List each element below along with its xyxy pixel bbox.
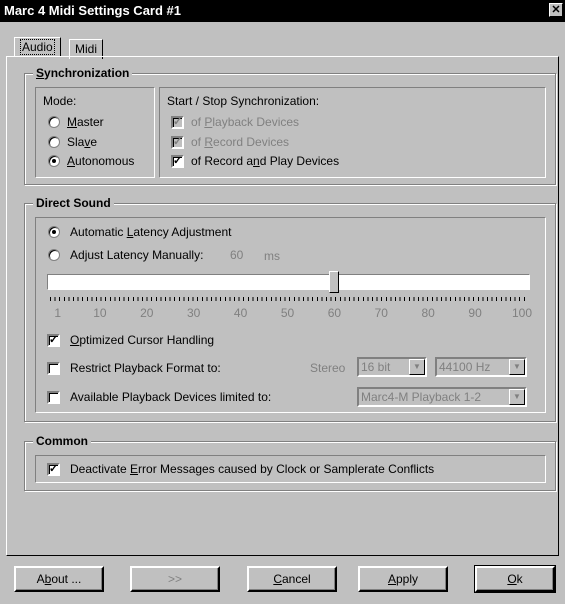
chevron-down-icon: ▼: [509, 359, 525, 375]
radio-autonomous-label: Autonomous: [67, 154, 135, 168]
checkbox-record-play-label: of Record and Play Devices: [191, 154, 340, 168]
latency-slider-track[interactable]: [47, 274, 530, 290]
close-button[interactable]: ✕: [549, 3, 563, 17]
latency-unit: ms: [264, 249, 280, 263]
check-icon[interactable]: ✓: [171, 136, 184, 149]
radio-slave-label: Slave: [67, 135, 98, 149]
slider-tick-label: 50: [280, 306, 295, 320]
slider-tick-label: 1: [54, 306, 62, 320]
next-button[interactable]: >>: [130, 566, 220, 592]
checkbox-deactivate-label: Deactivate Error Messages caused by Cloc…: [70, 462, 435, 476]
tab-audio[interactable]: Audio: [14, 37, 61, 58]
tab-audio-label: Audio: [20, 39, 55, 55]
slider-tick-label: 60: [327, 306, 342, 320]
radio-autonomous-circle[interactable]: [48, 155, 60, 167]
radio-automatic-latency-circle[interactable]: [48, 226, 60, 238]
slider-tick-label: 80: [421, 306, 435, 320]
apply-button[interactable]: Apply: [358, 566, 448, 592]
next-button-label: >>: [167, 572, 182, 586]
slider-ticks: [50, 297, 527, 301]
checkbox-restrict-box[interactable]: [47, 362, 60, 375]
window-title: Marc 4 Midi Settings Card #1: [4, 3, 181, 18]
checkbox-available-box[interactable]: [47, 391, 60, 404]
bit-depth-select[interactable]: 16 bit ▼: [357, 357, 427, 377]
slider-tick-label: 70: [374, 306, 388, 320]
chevron-down-icon: ▼: [409, 359, 425, 375]
radio-automatic-latency-label: Automatic Latency Adjustment: [70, 225, 232, 239]
playback-device-select[interactable]: Marc4-M Playback 1-2 ▼: [357, 387, 527, 407]
common-title: Common: [33, 434, 91, 448]
slider-tick-label: 30: [187, 306, 201, 320]
cancel-button[interactable]: Cancel: [247, 566, 337, 592]
mode-label: Mode:: [43, 94, 77, 108]
chevron-down-icon: ▼: [509, 389, 525, 405]
ok-button[interactable]: Ok: [474, 565, 556, 593]
direct-sound-title: Direct Sound: [33, 196, 114, 210]
slider-tick-label: 40: [233, 306, 248, 320]
close-icon: ✕: [551, 4, 561, 16]
playback-device-value: Marc4-M Playback 1-2: [361, 390, 482, 404]
check-icon[interactable]: ✓: [47, 334, 60, 347]
latency-slider-thumb[interactable]: [329, 271, 340, 293]
stereo-label: Stereo: [310, 361, 346, 375]
checkbox-optimized-label: Optimized Cursor Handling: [70, 333, 215, 347]
slider-tick-label: 10: [93, 306, 107, 320]
slider-tick-label: 90: [468, 306, 482, 320]
sample-rate-select[interactable]: 44100 Hz ▼: [435, 357, 527, 377]
radio-manual-latency-label: Adjust Latency Manually:: [70, 248, 204, 262]
tab-midi-label: Midi: [75, 42, 98, 56]
radio-master-circle[interactable]: [48, 116, 60, 128]
checkbox-restrict-label: Restrict Playback Format to:: [70, 361, 221, 375]
start-stop-label: Start / Stop Synchronization:: [167, 94, 320, 108]
synchronization-title: Synchronization: [33, 66, 133, 80]
latency-value: 60: [230, 248, 244, 262]
radio-master-label: Master: [67, 115, 104, 129]
slider-tick-label: 100: [511, 306, 533, 320]
check-icon[interactable]: ✓: [171, 116, 184, 129]
sample-rate-value: 44100 Hz: [439, 360, 491, 374]
radio-manual-latency-circle[interactable]: [48, 249, 60, 261]
checkbox-available-label: Available Playback Devices limited to:: [70, 390, 272, 404]
checkbox-playback-label: of Playback Devices: [191, 115, 300, 129]
title-bar[interactable]: Marc 4 Midi Settings Card #1: [0, 0, 565, 22]
bit-depth-value: 16 bit: [361, 360, 391, 374]
slider-tick-label: 20: [140, 306, 154, 320]
check-icon[interactable]: ✓: [171, 155, 184, 168]
radio-slave-circle[interactable]: [48, 136, 60, 148]
checkbox-record-label: of Record Devices: [191, 135, 290, 149]
check-icon[interactable]: ✓: [47, 463, 60, 476]
about-button[interactable]: About ...: [14, 566, 104, 592]
